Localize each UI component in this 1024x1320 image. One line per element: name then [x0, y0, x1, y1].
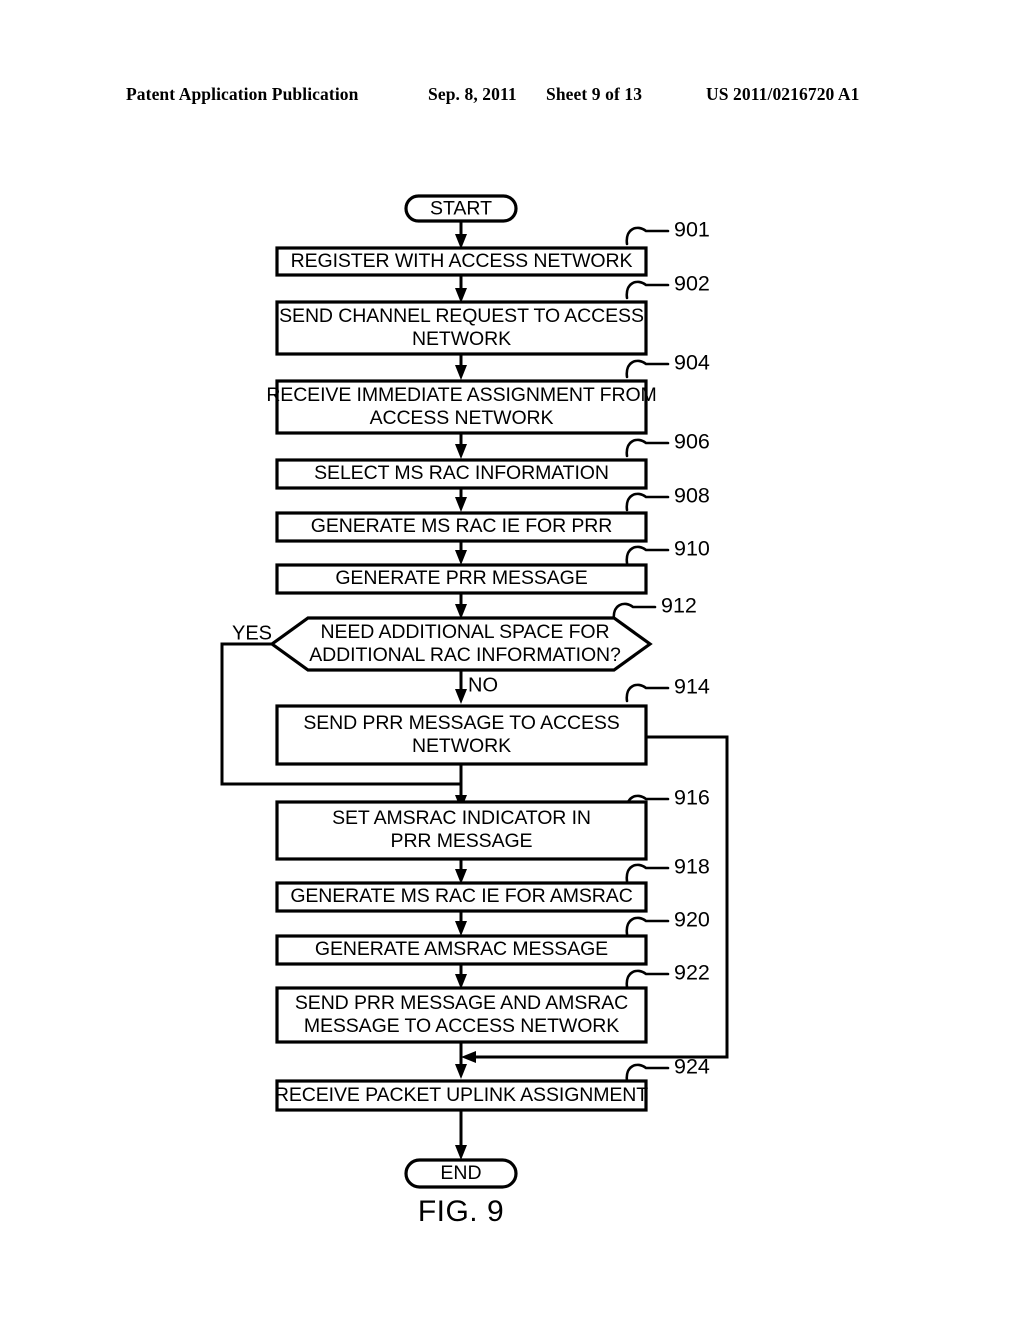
step-904-label-line2: ACCESS NETWORK: [370, 407, 554, 429]
leader-906: [625, 438, 670, 458]
node-step-906: SELECT MS RAC INFORMATION 906: [275, 430, 710, 490]
decision-912-label-line1: NEED ADDITIONAL SPACE FOR: [321, 621, 610, 643]
step-916-label-line2: PRR MESSAGE: [391, 830, 533, 852]
step-901-label-line1: REGISTER WITH ACCESS NETWORK: [291, 250, 633, 272]
step-916-ref: 916: [674, 786, 710, 810]
arrowhead-end: [455, 1145, 467, 1160]
arrowhead-910: [455, 550, 467, 565]
leader-924: [625, 1063, 670, 1083]
decision-912-label-line2: ADDITIONAL RAC INFORMATION?: [309, 644, 621, 666]
node-step-916: SET AMSRAC INDICATOR IN PRR MESSAGE 916: [275, 786, 710, 861]
step-920-ref: 920: [674, 908, 710, 932]
leader-912: [612, 602, 657, 622]
step-902-label-line1: SEND CHANNEL REQUEST TO ACCESS: [279, 305, 644, 327]
step-902-label-line2: NETWORK: [412, 328, 511, 350]
step-906-ref: 906: [674, 430, 710, 454]
leader-920: [625, 916, 670, 936]
arrowhead-908: [455, 497, 467, 512]
arrowhead-904: [455, 365, 467, 380]
step-904-label-line1: RECEIVE IMMEDIATE ASSIGNMENT FROM: [266, 384, 656, 406]
leader-908: [625, 492, 670, 512]
node-step-918: GENERATE MS RAC IE FOR AMSRAC 918: [275, 855, 710, 913]
start-label: START: [430, 198, 492, 220]
step-924-label-line1: RECEIVE PACKET UPLINK ASSIGNMENT: [275, 1084, 648, 1106]
node-end: END: [404, 1158, 518, 1189]
arrowhead-920: [455, 921, 467, 936]
step-922-label-line2: MESSAGE TO ACCESS NETWORK: [304, 1015, 619, 1037]
figure-caption: FIG. 9: [418, 1195, 504, 1228]
leader-914: [625, 683, 670, 703]
step-901-ref: 901: [674, 218, 710, 242]
step-920-label-line1: GENERATE AMSRAC MESSAGE: [315, 938, 608, 960]
step-910-label-line1: GENERATE PRR MESSAGE: [335, 567, 587, 589]
step-918-ref: 918: [674, 855, 710, 879]
step-918-label-line1: GENERATE MS RAC IE FOR AMSRAC: [290, 885, 632, 907]
leader-904: [625, 359, 670, 379]
node-step-920: GENERATE AMSRAC MESSAGE 920: [275, 908, 710, 966]
flowchart-canvas: START REGISTER WITH ACCESS NETWORK 901 S…: [220, 194, 729, 1228]
step-922-ref: 922: [674, 961, 710, 985]
node-step-901: REGISTER WITH ACCESS NETWORK 901: [275, 218, 710, 277]
branch-label-yes: YES: [232, 622, 272, 644]
node-start: START: [404, 194, 518, 223]
step-908-label-line1: GENERATE MS RAC IE FOR PRR: [311, 515, 613, 537]
step-916-label-line1: SET AMSRAC INDICATOR IN: [332, 807, 591, 829]
leader-922: [625, 969, 670, 989]
decision-912-ref: 912: [661, 594, 697, 618]
leader-918: [625, 863, 670, 883]
leader-910: [625, 545, 670, 565]
node-step-910: GENERATE PRR MESSAGE 910: [275, 537, 710, 595]
arrowhead-924: [455, 1064, 467, 1079]
arrowhead-bypass-merge: [461, 1051, 476, 1063]
step-914-label-line1: SEND PRR MESSAGE TO ACCESS: [303, 712, 619, 734]
step-908-ref: 908: [674, 484, 710, 508]
leader-902: [625, 280, 670, 300]
step-922-label-line1: SEND PRR MESSAGE AND AMSRAC: [295, 992, 628, 1014]
step-910-ref: 910: [674, 537, 710, 561]
step-914-label-line2: NETWORK: [412, 735, 511, 757]
leader-901: [625, 226, 670, 246]
node-step-908: GENERATE MS RAC IE FOR PRR 908: [275, 484, 710, 543]
step-904-ref: 904: [674, 351, 710, 375]
end-label: END: [440, 1162, 481, 1184]
step-924-ref: 924: [674, 1055, 710, 1079]
arrowhead-914: [455, 689, 467, 704]
branch-label-no: NO: [468, 674, 498, 696]
step-906-label-line1: SELECT MS RAC INFORMATION: [314, 462, 609, 484]
step-902-ref: 902: [674, 272, 710, 296]
flowchart-figure: START REGISTER WITH ACCESS NETWORK 901 S…: [0, 0, 1024, 1320]
step-914-ref: 914: [674, 675, 710, 699]
node-step-924: RECEIVE PACKET UPLINK ASSIGNMENT 924: [275, 1055, 710, 1112]
arrowhead-906: [455, 444, 467, 459]
